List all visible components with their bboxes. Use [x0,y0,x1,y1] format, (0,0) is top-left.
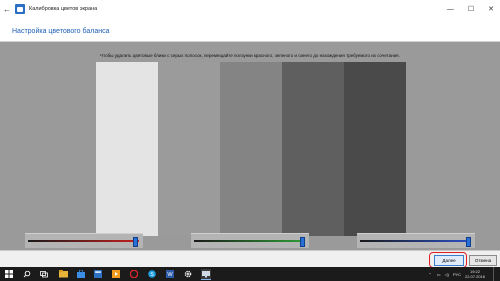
system-tray: ⌃ ▭ ◁) РУС 19:22 22.07.2016 [428,267,500,281]
media-player-icon[interactable] [111,269,121,279]
gray-bar-2 [158,62,220,236]
green-slider-thumb[interactable] [299,237,305,247]
word-icon[interactable]: W [165,269,175,279]
calibration-area: Чтобы удалить цветовые блики с серых пол… [10,42,490,250]
blue-slider-thumb[interactable] [465,237,471,247]
network-icon[interactable]: ▭ [437,272,441,277]
svg-text:W: W [167,272,173,278]
blue-slider-track[interactable] [360,240,471,242]
display-calibration-app-icon [15,4,25,14]
gray-bar-3 [220,62,282,236]
red-slider-track[interactable] [28,240,139,242]
instruction-text: Чтобы удалить цветовые блики с серых пол… [100,53,400,58]
green-slider[interactable] [191,233,309,248]
dialog-footer: Далее Отмена [0,250,500,268]
next-button[interactable]: Далее [434,255,464,266]
tray-chevron-icon[interactable]: ⌃ [428,272,431,277]
calculator-icon[interactable] [93,269,103,279]
title-bar: ← Калибровка цветов экрана — ☐ ✕ [0,0,500,18]
gray-bar-1 [96,62,158,236]
green-slider-track[interactable] [194,240,305,242]
clock[interactable]: 19:22 22.07.2016 [465,269,485,279]
minimize-button[interactable]: — [447,6,454,13]
settings-gear-icon[interactable] [183,269,193,279]
task-view-icon[interactable] [39,269,49,279]
store-icon[interactable] [76,269,86,279]
display-calibration-task-icon[interactable] [201,269,211,280]
red-slider-thumb[interactable] [132,237,138,247]
page-header: Настройка цветового баланса [0,18,500,42]
clock-date: 22.07.2016 [464,274,485,279]
cancel-button[interactable]: Отмена [469,255,497,266]
gray-bar-5 [344,62,406,236]
start-windows-icon[interactable] [4,269,14,279]
window-controls: — ☐ ✕ [447,0,494,18]
skype-icon[interactable]: S [147,269,157,279]
window-title: Калибровка цветов экрана [29,6,98,12]
notifications-icon[interactable] [493,267,500,281]
blue-slider[interactable] [357,233,475,248]
page-title: Настройка цветового баланса [12,28,110,35]
gray-bar-4 [282,62,344,236]
maximize-button[interactable]: ☐ [468,5,474,13]
close-button[interactable]: ✕ [488,5,494,13]
opera-icon[interactable] [129,269,139,279]
taskbar: S W ⌃ ▭ ◁) РУС 19:22 22.07.2016 [0,267,500,281]
red-slider[interactable] [25,233,143,248]
back-arrow-icon[interactable]: ← [0,0,14,18]
gray-bars [96,62,406,236]
language-indicator[interactable]: РУС [453,272,461,277]
color-sliders [10,233,490,250]
file-explorer-icon[interactable] [58,269,68,279]
volume-icon[interactable]: ◁) [445,272,449,277]
search-icon[interactable] [22,269,32,279]
